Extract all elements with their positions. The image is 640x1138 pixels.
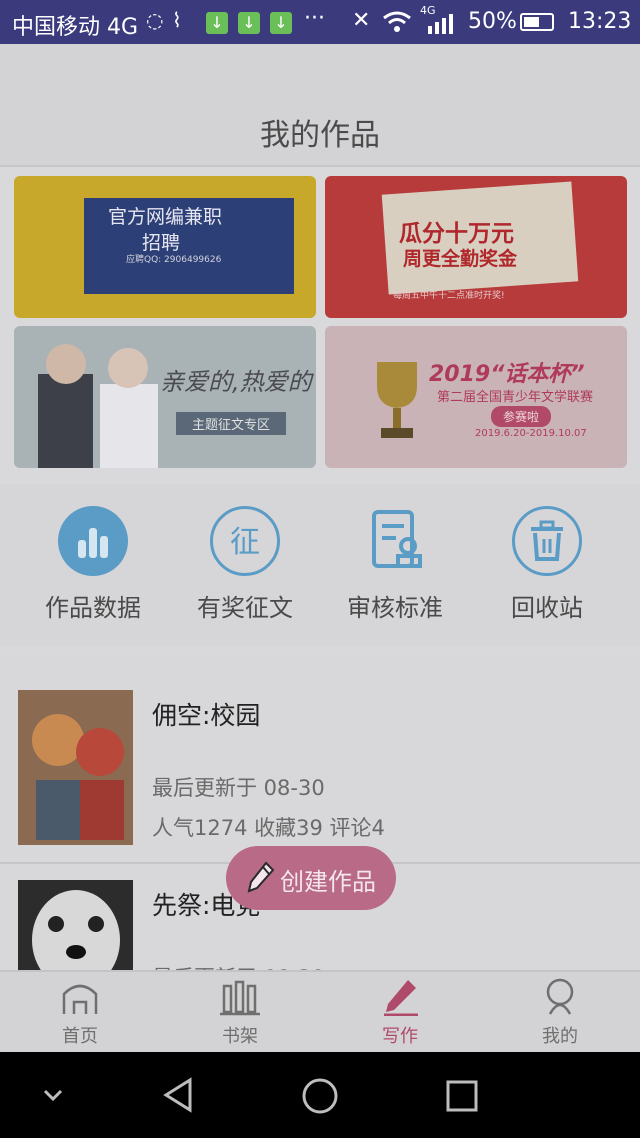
tab-profile[interactable]: 我的 — [480, 976, 640, 1048]
recent-apps-icon[interactable] — [444, 1078, 480, 1114]
pen-icon — [384, 980, 418, 1017]
create-work-label: 创建作品 — [280, 868, 376, 896]
profile-icon — [546, 978, 574, 1015]
work-stats: 人气1274 收藏39 评论4 — [152, 816, 385, 840]
banner-text: 第二届全国青少年文学联赛 — [437, 390, 594, 405]
tab-bookshelf[interactable]: 书架 — [160, 976, 320, 1048]
bar-chart-icon — [58, 506, 128, 576]
couple-illustration — [38, 344, 158, 468]
battery-percent: 50% — [468, 9, 517, 34]
svg-text:征: 征 — [230, 525, 260, 560]
work-updated: 最后更新于 08-30 — [152, 962, 325, 970]
banner-text: 2019“话本杯” — [429, 362, 585, 387]
banner-theme[interactable]: 亲爱的,热爱的 主题征文专区 — [14, 326, 316, 468]
banner-text: 周更全勤奖金 — [403, 248, 518, 270]
pencil-icon — [247, 861, 275, 893]
contest-button[interactable]: 征 有奖征文 — [170, 506, 320, 623]
function-label: 有奖征文 — [197, 594, 293, 622]
function-row: 作品数据 征 有奖征文 审核标准 回收站 — [0, 484, 640, 646]
trophy-icon — [377, 362, 417, 438]
banner-text: 瓜分十万元 — [399, 221, 514, 247]
banner-bonus[interactable]: 瓜分十万元 周更全勤奖金 每周五中午十二点准时开奖! — [325, 176, 627, 318]
banner-text: 招聘 — [142, 232, 181, 254]
tab-label: 首页 — [62, 1026, 98, 1047]
banner-contest[interactable]: 2019“话本杯” 第二届全国青少年文学联赛 参赛啦 2019.6.20-201… — [325, 326, 627, 468]
download-icon: ↓ — [206, 12, 228, 34]
banner-text: 亲爱的,热爱的 — [160, 368, 312, 396]
mute-icon: ✕ — [352, 8, 371, 33]
book-cover — [18, 690, 133, 845]
download-icon: ↓ — [238, 12, 260, 34]
home-button-icon[interactable] — [300, 1076, 340, 1116]
works-list: 佣空:校园 最后更新于 08-30 人气1274 收藏39 评论4 先祭:电竞 … — [0, 658, 640, 970]
contest-icon: 征 — [210, 506, 280, 576]
recycle-bin-button[interactable]: 回收站 — [472, 506, 622, 623]
banner-tag: 参赛啦 — [491, 406, 552, 427]
page-title: 我的作品 — [260, 118, 380, 153]
banner-text: 每周五中午十二点准时开奖! — [393, 291, 505, 301]
create-work-button[interactable]: 创建作品 — [226, 846, 396, 910]
banner-tag: 主题征文专区 — [176, 412, 287, 435]
message-icon: ◌ — [146, 8, 164, 32]
chevron-down-icon[interactable] — [40, 1086, 66, 1104]
banner-text: 官方网编兼职 — [108, 206, 223, 228]
tab-label: 我的 — [542, 1026, 578, 1047]
status-bar: 中国移动 4G ◌ ⌇ ↓ ↓ ↓ ··· ✕ 4G 50% 13:23 — [0, 0, 640, 44]
tab-bar: 首页 书架 写作 我的 — [0, 970, 640, 1052]
divider — [0, 165, 640, 167]
function-label: 审核标准 — [347, 594, 443, 622]
trash-icon — [512, 506, 582, 576]
broom-icon: ⌇ — [172, 8, 182, 32]
bookshelf-icon — [220, 980, 260, 1016]
banner-recruit[interactable]: 官方网编兼职 招聘 应聘QQ: 2906499626 — [14, 176, 316, 318]
battery-icon — [520, 13, 554, 31]
review-doc-icon — [360, 506, 430, 576]
wifi-icon — [383, 11, 411, 32]
work-updated: 最后更新于 08-30 — [152, 776, 325, 800]
signal-icon — [428, 14, 453, 34]
home-icon — [62, 984, 98, 1014]
tab-label: 写作 — [382, 1026, 418, 1047]
system-nav-bar — [0, 1052, 640, 1138]
back-icon[interactable] — [160, 1076, 196, 1114]
clock: 13:23 — [568, 9, 632, 34]
list-item[interactable]: 佣空:校园 最后更新于 08-30 人气1274 收藏39 评论4 — [0, 658, 640, 862]
work-data-button[interactable]: 作品数据 — [18, 506, 168, 623]
tab-write[interactable]: 写作 — [320, 976, 480, 1048]
banner-text: 2019.6.20-2019.10.07 — [475, 428, 587, 439]
function-label: 回收站 — [511, 594, 583, 622]
book-cover — [18, 880, 133, 970]
function-label: 作品数据 — [45, 594, 141, 622]
carrier-label: 中国移动 4G — [12, 15, 139, 40]
work-title: 佣空:校园 — [152, 701, 261, 730]
review-standard-button[interactable]: 审核标准 — [320, 506, 470, 623]
tab-home[interactable]: 首页 — [0, 976, 160, 1048]
download-icon: ↓ — [270, 12, 292, 34]
more-icon: ··· — [304, 6, 325, 31]
banner-text: 应聘QQ: 2906499626 — [126, 255, 222, 265]
tab-label: 书架 — [222, 1026, 258, 1047]
